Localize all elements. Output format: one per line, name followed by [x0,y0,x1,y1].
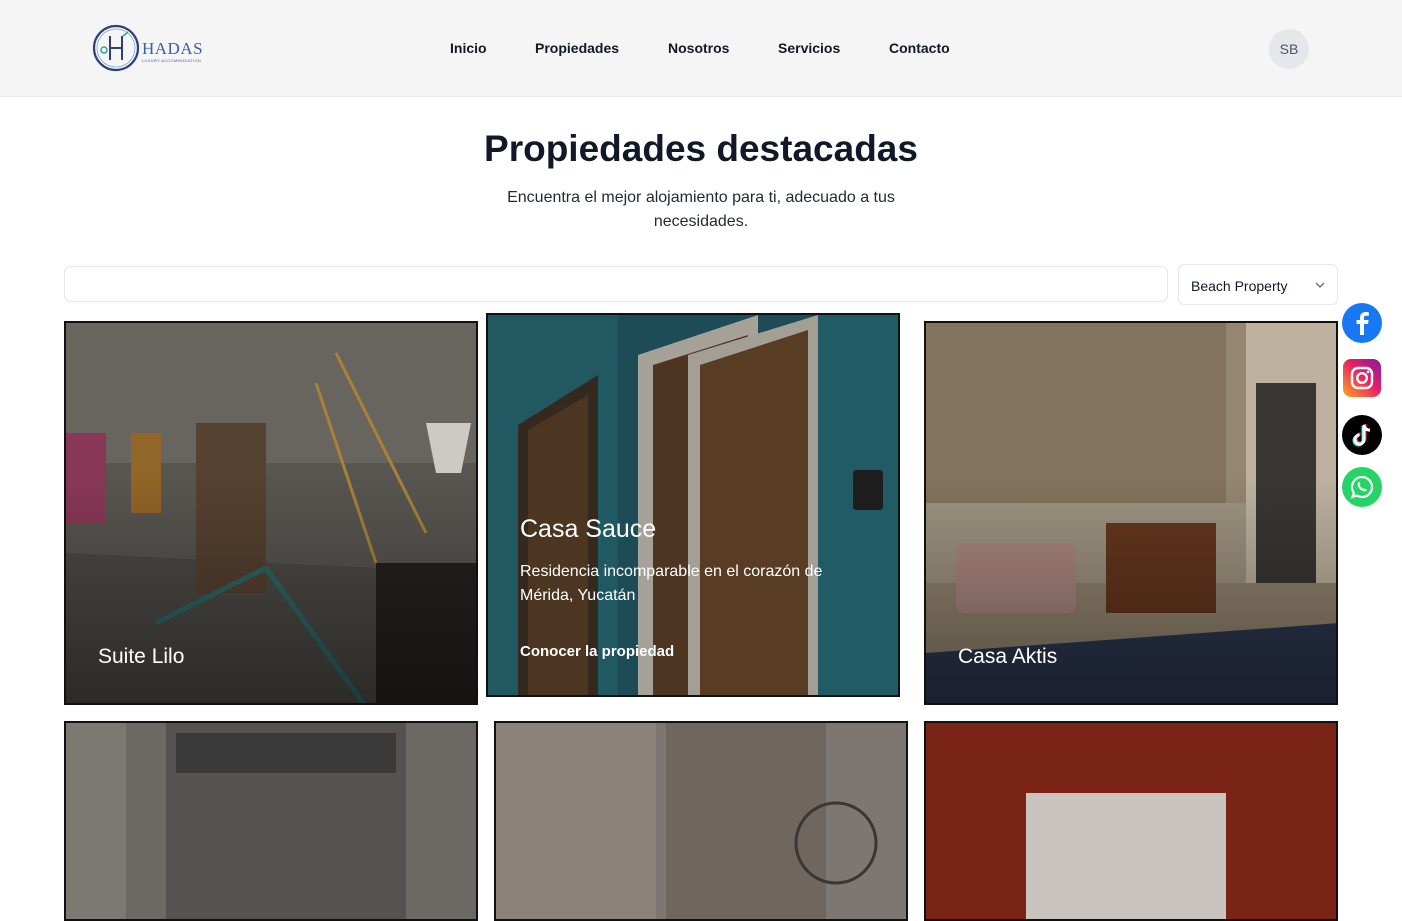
facebook-icon[interactable] [1342,303,1382,343]
main-nav: Inicio Propiedades Nosotros Servicios Co… [0,40,1402,60]
whatsapp-icon[interactable] [1342,467,1382,507]
property-name: Casa Aktis [958,645,1058,668]
property-photo-bedroom [496,723,906,919]
property-name: Suite Lilo [98,645,185,668]
site-header: HADAS LUXURY ACCOMMODATION Inicio Propie… [0,0,1402,97]
view-property-link[interactable]: Conocer la propiedad [520,643,674,660]
property-photo-building [66,723,476,919]
user-avatar[interactable]: SB [1269,29,1309,69]
property-card-5[interactable] [494,721,908,921]
property-type-select[interactable]: Beach Property [1178,264,1338,305]
tiktok-glyph [1352,424,1371,447]
property-card-casa-aktis[interactable]: Casa Aktis [924,321,1338,705]
property-type-selected: Beach Property [1191,278,1288,294]
page-title: Propiedades destacadas [484,128,918,169]
tiktok-icon[interactable] [1342,415,1382,455]
property-name: Casa Sauce [520,515,657,543]
chevron-down-icon [1315,282,1325,288]
property-description: Residencia incomparable en el corazón de… [520,563,823,604]
property-card-6[interactable] [924,721,1338,921]
nav-contacto[interactable]: Contacto [889,40,950,56]
property-card-suite-lilo[interactable]: Suite Lilo [64,321,478,705]
search-input[interactable] [64,266,1168,302]
nav-servicios[interactable]: Servicios [778,40,840,56]
nav-inicio[interactable]: Inicio [450,40,487,56]
property-card-casa-sauce[interactable]: Casa Sauce Residencia incomparable en el… [486,313,900,697]
nav-nosotros[interactable]: Nosotros [668,40,729,56]
whatsapp-glyph [1350,475,1374,499]
page-subtitle: Encuentra el mejor alojamiento para ti, … [507,189,895,230]
property-card-4[interactable] [64,721,478,921]
instagram-icon[interactable] [1343,359,1381,397]
property-photo-red-wall [926,723,1336,919]
facebook-glyph [1356,312,1369,335]
nav-propiedades[interactable]: Propiedades [535,40,619,56]
instagram-glyph [1350,366,1374,390]
card-overlay [488,315,898,695]
